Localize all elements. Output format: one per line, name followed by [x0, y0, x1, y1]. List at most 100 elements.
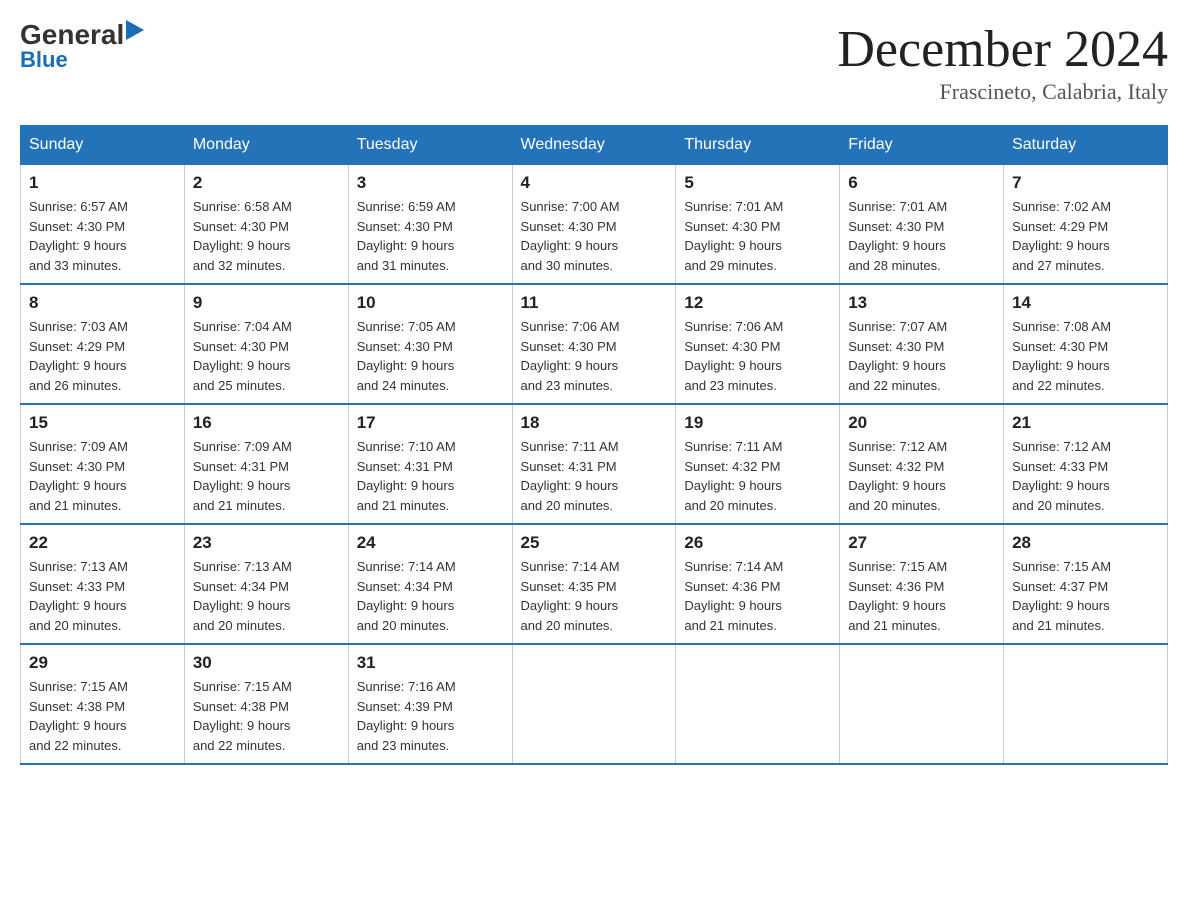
day-of-week-header: Tuesday [348, 126, 512, 165]
calendar-day-cell: 20Sunrise: 7:12 AMSunset: 4:32 PMDayligh… [840, 404, 1004, 524]
day-number: 11 [521, 293, 668, 313]
day-number: 13 [848, 293, 995, 313]
day-info: Sunrise: 7:12 AMSunset: 4:32 PMDaylight:… [848, 437, 995, 515]
day-number: 18 [521, 413, 668, 433]
day-info: Sunrise: 7:11 AMSunset: 4:31 PMDaylight:… [521, 437, 668, 515]
calendar-day-cell: 31 Sunrise: 7:16 AMSunset: 4:39 PMDayligh… [348, 644, 512, 764]
day-number: 3 [357, 173, 504, 193]
calendar-day-cell: 27Sunrise: 7:15 AMSunset: 4:36 PMDayligh… [840, 524, 1004, 644]
day-number: 9 [193, 293, 340, 313]
day-info: Sunrise: 7:10 AMSunset: 4:31 PMDaylight:… [357, 437, 504, 515]
calendar-week-row: 29 Sunrise: 7:15 AMSunset: 4:38 PMDayligh… [21, 644, 1168, 764]
calendar-day-cell: 4 Sunrise: 7:00 AMSunset: 4:30 PMDaylight… [512, 165, 676, 285]
page-header: General Blue December 2024 Frascineto, C… [20, 20, 1168, 105]
calendar-day-cell: 11 Sunrise: 7:06 AMSunset: 4:30 PMDayligh… [512, 284, 676, 404]
calendar-day-cell: 1 Sunrise: 6:57 AMSunset: 4:30 PMDaylight… [21, 165, 185, 285]
day-info: Sunrise: 7:16 AMSunset: 4:39 PMDaylight:… [357, 677, 504, 755]
calendar-day-cell [676, 644, 840, 764]
calendar-day-cell: 7Sunrise: 7:02 AMSunset: 4:29 PMDaylight… [1004, 165, 1168, 285]
day-info: Sunrise: 7:05 AMSunset: 4:30 PMDaylight:… [357, 317, 504, 395]
day-info: Sunrise: 7:13 AMSunset: 4:34 PMDaylight:… [193, 557, 340, 635]
day-info: Sunrise: 7:14 AMSunset: 4:36 PMDaylight:… [684, 557, 831, 635]
day-number: 23 [193, 533, 340, 553]
calendar-day-cell: 15Sunrise: 7:09 AMSunset: 4:30 PMDayligh… [21, 404, 185, 524]
day-number: 21 [1012, 413, 1159, 433]
calendar-day-cell: 28 Sunrise: 7:15 AMSunset: 4:37 PMDayligh… [1004, 524, 1168, 644]
calendar-day-cell: 26Sunrise: 7:14 AMSunset: 4:36 PMDayligh… [676, 524, 840, 644]
calendar-week-row: 15Sunrise: 7:09 AMSunset: 4:30 PMDayligh… [21, 404, 1168, 524]
calendar-day-cell: 16 Sunrise: 7:09 AMSunset: 4:31 PMDayligh… [184, 404, 348, 524]
day-info: Sunrise: 7:00 AMSunset: 4:30 PMDaylight:… [521, 197, 668, 275]
day-number: 8 [29, 293, 176, 313]
day-number: 29 [29, 653, 176, 673]
logo-arrow-icon [126, 20, 144, 40]
day-number: 27 [848, 533, 995, 553]
day-info: Sunrise: 7:11 AMSunset: 4:32 PMDaylight:… [684, 437, 831, 515]
calendar-day-cell: 17 Sunrise: 7:10 AMSunset: 4:31 PMDayligh… [348, 404, 512, 524]
day-of-week-header: Friday [840, 126, 1004, 165]
calendar-day-cell: 2Sunrise: 6:58 AMSunset: 4:30 PMDaylight… [184, 165, 348, 285]
calendar-day-cell: 24 Sunrise: 7:14 AMSunset: 4:34 PMDayligh… [348, 524, 512, 644]
day-info: Sunrise: 7:06 AMSunset: 4:30 PMDaylight:… [684, 317, 831, 395]
day-info: Sunrise: 7:15 AMSunset: 4:38 PMDaylight:… [29, 677, 176, 755]
day-info: Sunrise: 7:13 AMSunset: 4:33 PMDaylight:… [29, 557, 176, 635]
day-info: Sunrise: 6:59 AMSunset: 4:30 PMDaylight:… [357, 197, 504, 275]
calendar-day-cell: 9 Sunrise: 7:04 AMSunset: 4:30 PMDaylight… [184, 284, 348, 404]
day-number: 17 [357, 413, 504, 433]
day-info: Sunrise: 7:01 AMSunset: 4:30 PMDaylight:… [684, 197, 831, 275]
day-info: Sunrise: 7:07 AMSunset: 4:30 PMDaylight:… [848, 317, 995, 395]
day-info: Sunrise: 7:14 AMSunset: 4:35 PMDaylight:… [521, 557, 668, 635]
logo: General Blue [20, 20, 144, 73]
day-info: Sunrise: 7:08 AMSunset: 4:30 PMDaylight:… [1012, 317, 1159, 395]
calendar-day-cell [1004, 644, 1168, 764]
day-info: Sunrise: 7:14 AMSunset: 4:34 PMDaylight:… [357, 557, 504, 635]
day-info: Sunrise: 7:03 AMSunset: 4:29 PMDaylight:… [29, 317, 176, 395]
day-info: Sunrise: 7:04 AMSunset: 4:30 PMDaylight:… [193, 317, 340, 395]
day-info: Sunrise: 7:02 AMSunset: 4:29 PMDaylight:… [1012, 197, 1159, 275]
day-info: Sunrise: 6:57 AMSunset: 4:30 PMDaylight:… [29, 197, 176, 275]
day-number: 5 [684, 173, 831, 193]
day-info: Sunrise: 7:09 AMSunset: 4:31 PMDaylight:… [193, 437, 340, 515]
day-number: 16 [193, 413, 340, 433]
day-number: 19 [684, 413, 831, 433]
day-number: 14 [1012, 293, 1159, 313]
logo-general: General [20, 21, 124, 49]
calendar-day-cell: 6 Sunrise: 7:01 AMSunset: 4:30 PMDaylight… [840, 165, 1004, 285]
day-of-week-header: Sunday [21, 126, 185, 165]
day-number: 4 [521, 173, 668, 193]
day-number: 6 [848, 173, 995, 193]
day-number: 28 [1012, 533, 1159, 553]
month-title: December 2024 [837, 20, 1168, 79]
calendar-day-cell [512, 644, 676, 764]
calendar-day-cell: 13 Sunrise: 7:07 AMSunset: 4:30 PMDayligh… [840, 284, 1004, 404]
calendar-table: SundayMondayTuesdayWednesdayThursdayFrid… [20, 125, 1168, 765]
day-number: 10 [357, 293, 504, 313]
day-number: 12 [684, 293, 831, 313]
calendar-week-row: 1 Sunrise: 6:57 AMSunset: 4:30 PMDaylight… [21, 165, 1168, 285]
calendar-day-cell: 30Sunrise: 7:15 AMSunset: 4:38 PMDayligh… [184, 644, 348, 764]
day-info: Sunrise: 7:06 AMSunset: 4:30 PMDaylight:… [521, 317, 668, 395]
day-number: 22 [29, 533, 176, 553]
calendar-header: SundayMondayTuesdayWednesdayThursdayFrid… [21, 126, 1168, 165]
calendar-day-cell: 10 Sunrise: 7:05 AMSunset: 4:30 PMDayligh… [348, 284, 512, 404]
calendar-day-cell: 19 Sunrise: 7:11 AMSunset: 4:32 PMDayligh… [676, 404, 840, 524]
logo-blue: Blue [20, 47, 68, 73]
calendar-day-cell: 23 Sunrise: 7:13 AMSunset: 4:34 PMDayligh… [184, 524, 348, 644]
calendar-day-cell: 29 Sunrise: 7:15 AMSunset: 4:38 PMDayligh… [21, 644, 185, 764]
day-number: 1 [29, 173, 176, 193]
calendar-day-cell: 25Sunrise: 7:14 AMSunset: 4:35 PMDayligh… [512, 524, 676, 644]
calendar-day-cell: 21Sunrise: 7:12 AMSunset: 4:33 PMDayligh… [1004, 404, 1168, 524]
day-info: Sunrise: 7:15 AMSunset: 4:37 PMDaylight:… [1012, 557, 1159, 635]
days-of-week-row: SundayMondayTuesdayWednesdayThursdayFrid… [21, 126, 1168, 165]
calendar-day-cell: 8 Sunrise: 7:03 AMSunset: 4:29 PMDaylight… [21, 284, 185, 404]
location: Frascineto, Calabria, Italy [837, 79, 1168, 105]
day-number: 2 [193, 173, 340, 193]
day-of-week-header: Wednesday [512, 126, 676, 165]
day-info: Sunrise: 7:15 AMSunset: 4:38 PMDaylight:… [193, 677, 340, 755]
calendar-day-cell [840, 644, 1004, 764]
day-info: Sunrise: 7:01 AMSunset: 4:30 PMDaylight:… [848, 197, 995, 275]
calendar-day-cell: 5 Sunrise: 7:01 AMSunset: 4:30 PMDaylight… [676, 165, 840, 285]
day-number: 31 [357, 653, 504, 673]
day-info: Sunrise: 7:09 AMSunset: 4:30 PMDaylight:… [29, 437, 176, 515]
day-number: 24 [357, 533, 504, 553]
